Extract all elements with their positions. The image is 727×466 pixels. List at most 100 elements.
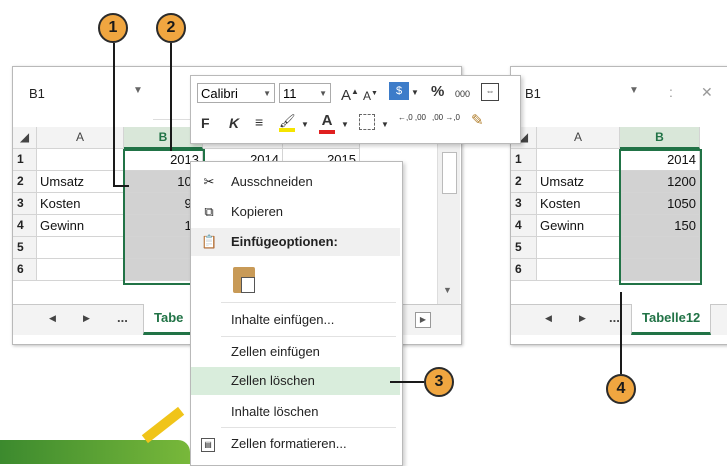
font-size-dropdown[interactable]: 11 ▼ [279,83,331,103]
menu-item-label: Zellen formatieren... [231,436,347,451]
percent-style-button[interactable]: % [431,83,444,101]
more-tabs-button[interactable]: ... [609,310,620,325]
column-header-a[interactable]: A [537,127,620,149]
chevron-down-icon[interactable]: ▼ [411,84,419,102]
row-header[interactable]: 6 [511,259,537,281]
menu-separator [221,427,396,428]
cell-a3[interactable]: Kosten [537,193,620,215]
column-header-b[interactable]: B [620,127,700,149]
format-painter-icon[interactable]: ✎ [471,112,484,130]
font-color-button[interactable]: A [319,112,335,134]
font-name-dropdown[interactable]: Calibri ▼ [197,83,275,103]
increase-decimal-button[interactable]: ←,0 ,00 [397,113,427,122]
more-tabs-button[interactable]: ... [117,310,128,325]
menu-item-zellen-formatieren[interactable]: ▤ Zellen formatieren... [191,430,400,458]
shrink-font-label: A [363,89,372,103]
row-header[interactable]: 6 [13,259,37,281]
callout-1: 1 [98,13,128,43]
callout-4: 4 [606,374,636,404]
accounting-format-icon[interactable]: $ [389,82,409,100]
context-menu: ✂ Ausschneiden ⧉ Kopieren 📋 Einfügeoptio… [190,161,403,466]
tab-scroll-left-icon[interactable]: ◀ [49,313,56,324]
bold-button[interactable]: F [201,114,210,132]
merge-center-icon[interactable]: ⇔ [481,83,499,101]
cell-a1[interactable] [37,149,124,171]
row-header[interactable]: 2 [511,171,537,193]
menu-item-zellen-loeschen[interactable]: Zellen löschen [191,367,400,395]
vertical-scrollbar[interactable]: ▼ [437,127,460,304]
callout-1-leader [113,43,115,186]
pencil-icon [141,406,185,444]
chevron-down-icon[interactable]: ▼ [341,116,349,134]
menu-item-kopieren[interactable]: ⧉ Kopieren [191,198,400,226]
cell-a3[interactable]: Kosten [37,193,124,215]
cell-a6[interactable] [537,259,620,281]
name-box[interactable]: B1 [29,86,45,101]
menu-item-einfuegeoptionen: 📋 Einfügeoptionen: [191,228,400,256]
chevron-down-icon[interactable]: ▼ [301,116,309,134]
row-header[interactable]: 4 [13,215,37,237]
cell-a5[interactable] [37,237,124,259]
row-header[interactable]: 1 [511,149,537,171]
menu-item-ausschneiden[interactable]: ✂ Ausschneiden [191,168,400,196]
cell-a5[interactable] [537,237,620,259]
font-color-label: A [321,112,333,129]
menu-item-label: Zellen löschen [231,373,315,388]
callout-3-leader [390,381,424,383]
menu-item-label: Ausschneiden [231,174,313,189]
tab-scroll-right-icon[interactable]: ▶ [83,313,90,324]
format-cells-icon: ▤ [201,438,215,452]
borders-icon[interactable] [359,114,375,130]
select-all-corner[interactable]: ◢ [13,127,37,149]
right-excel-window: B1 ▼ : ✕ ◢ A B 1 2 3 4 5 6 Umsatz Kosten… [510,66,727,345]
fill-color-icon[interactable]: 🖌 [279,112,296,132]
chevron-down-icon: ▼ [319,89,327,98]
row-header[interactable]: 2 [13,171,37,193]
cell-a2[interactable]: Umsatz [37,171,124,193]
grow-font-button[interactable]: A▲ [341,83,359,105]
align-center-icon[interactable]: ≡ [255,113,263,131]
row-header[interactable]: 4 [511,215,537,237]
scroll-down-icon[interactable]: ▼ [443,285,452,295]
paste-icon: 📋 [201,234,218,249]
sheet-tab-bar: ◀ ▶ ... Tabelle12 [511,304,727,335]
name-box-dropdown-icon[interactable]: ▼ [629,85,639,96]
formula-bar-separator: : [669,84,673,100]
horizontal-scroll-right-icon[interactable]: ▶ [415,312,431,328]
row-header[interactable]: 5 [13,237,37,259]
thousands-separator-button[interactable]: 000 [455,85,470,103]
callout-4-leader [620,292,622,374]
column-header-a[interactable]: A [37,127,124,149]
menu-item-inhalte-loeschen[interactable]: Inhalte löschen [191,398,400,426]
cell-a4[interactable]: Gewinn [37,215,124,237]
cell-a2[interactable]: Umsatz [537,171,620,193]
chevron-down-icon[interactable]: ▼ [381,116,389,134]
name-box-dropdown-icon[interactable]: ▼ [133,85,143,96]
name-box[interactable]: B1 [525,86,541,101]
scissors-icon: ✂ [203,174,215,189]
cell-a1[interactable] [537,149,620,171]
sheet-tab[interactable]: Tabelle12 [631,304,712,335]
italic-button[interactable]: K [229,114,239,132]
scrollbar-thumb[interactable] [442,152,457,194]
menu-separator [221,336,396,337]
decrease-decimal-button[interactable]: ,00 →,0 [431,113,461,122]
row-header[interactable]: 3 [13,193,37,215]
callout-2: 2 [156,13,186,43]
callout-1-leader [113,185,129,187]
cell-a4[interactable]: Gewinn [537,215,620,237]
tab-scroll-left-icon[interactable]: ◀ [545,313,552,324]
row-header[interactable]: 5 [511,237,537,259]
menu-item-zellen-einfuegen[interactable]: Zellen einfügen [191,338,400,366]
sheet-tab[interactable]: Tabe [143,304,195,335]
paste-option-icon[interactable] [233,267,255,293]
callout-2-leader [170,43,172,151]
row-header[interactable]: 1 [13,149,37,171]
row-header[interactable]: 3 [511,193,537,215]
menu-item-inhalte-einfuegen[interactable]: Inhalte einfügen... [191,306,400,334]
cancel-icon[interactable]: ✕ [701,84,713,101]
cell-a6[interactable] [37,259,124,281]
menu-item-label: Inhalte löschen [231,404,319,419]
tab-scroll-right-icon[interactable]: ▶ [579,313,586,324]
shrink-font-button[interactable]: A▼ [363,85,378,105]
